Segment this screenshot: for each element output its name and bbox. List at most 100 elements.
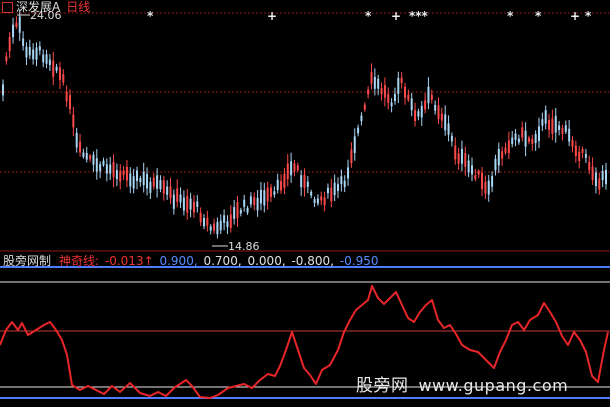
- candle-body: [65, 91, 68, 102]
- candle-body: [531, 138, 534, 145]
- candle-body: [206, 217, 209, 226]
- candle-body: [85, 152, 88, 160]
- candle-body: [444, 114, 447, 131]
- signal-mark: ***: [409, 9, 429, 23]
- candle-body: [152, 177, 155, 187]
- chart-canvas[interactable]: * + * + *** * * + * 24.06 14.86: [0, 0, 610, 407]
- chart-header: 深发展A 日线: [2, 0, 90, 14]
- candle-body: [417, 111, 420, 117]
- candle-body: [370, 72, 373, 84]
- candle-body: [340, 176, 343, 184]
- candle-body: [129, 173, 132, 187]
- candle-body: [196, 201, 199, 207]
- candle-body: [15, 22, 18, 27]
- level-value: -0.950: [339, 254, 379, 268]
- candle-body: [437, 105, 440, 120]
- candle-body: [507, 140, 510, 154]
- candle-body: [25, 46, 28, 58]
- candle-body: [501, 151, 504, 159]
- candle-body: [199, 212, 202, 223]
- candle-body: [263, 190, 266, 206]
- indicator-header: 股旁网制 神奇线: -0.013↑ 0.900, 0.700, 0.000, -0…: [3, 254, 378, 268]
- candle-body: [246, 207, 249, 213]
- candle-body: [112, 161, 115, 178]
- candle-body: [534, 133, 537, 144]
- candle-body: [581, 148, 584, 153]
- candle-body: [273, 191, 276, 195]
- candle-body: [132, 176, 135, 189]
- candle-body: [464, 153, 467, 167]
- candle-body: [414, 110, 417, 122]
- candle-body: [179, 194, 182, 203]
- candle-body: [554, 115, 557, 133]
- candle-body: [236, 202, 239, 219]
- candle-body: [122, 170, 125, 176]
- candle-body: [266, 187, 269, 202]
- candle-body: [380, 88, 383, 95]
- candle-body: [256, 197, 259, 211]
- candle-body: [497, 148, 500, 166]
- candle-body: [296, 165, 299, 171]
- signal-mark: *: [147, 9, 154, 23]
- candle-body: [162, 180, 165, 194]
- candle-body: [92, 154, 95, 165]
- candle-body: [447, 123, 450, 135]
- candle-body: [313, 199, 316, 203]
- candle-body: [333, 182, 336, 196]
- candle-body: [377, 78, 380, 89]
- candle-body: [52, 60, 55, 77]
- candle-body: [481, 172, 484, 190]
- candle-body: [360, 115, 363, 122]
- candle-body: [605, 169, 607, 185]
- candle-body: [249, 196, 252, 205]
- candle-body: [226, 221, 229, 228]
- candle-body: [270, 187, 272, 198]
- candle-body: [142, 171, 145, 186]
- period-label[interactable]: 日线: [66, 0, 90, 14]
- signal-mark: *: [365, 9, 372, 23]
- candle-body: [561, 127, 564, 134]
- candle-body: [283, 173, 286, 188]
- candle-body: [373, 76, 376, 89]
- candle-body: [45, 54, 48, 64]
- candle-body: [397, 78, 400, 94]
- candle-body: [139, 177, 142, 183]
- candle-body: [326, 187, 329, 194]
- candle-body: [420, 105, 423, 118]
- candle-body: [119, 170, 122, 182]
- candle-body: [216, 222, 219, 235]
- signal-mark: +: [391, 9, 401, 23]
- candle-body: [223, 215, 226, 223]
- level-value: 0.900,: [159, 254, 198, 268]
- candle-body: [243, 199, 246, 207]
- candle-body: [12, 24, 15, 38]
- candle-body: [316, 198, 319, 204]
- indicator-name[interactable]: 股旁网制: [3, 254, 51, 268]
- candle-body: [169, 186, 172, 199]
- candle-body: [350, 149, 353, 164]
- candle-body: [410, 98, 413, 111]
- candle-body: [393, 93, 396, 102]
- candle-body: [42, 54, 45, 63]
- signal-mark: +: [267, 9, 277, 23]
- candle-body: [239, 209, 242, 214]
- candle-body: [5, 56, 8, 62]
- candle-body: [548, 119, 551, 130]
- candle-body: [430, 94, 433, 100]
- candle-body: [136, 170, 138, 181]
- candle-body: [367, 89, 370, 95]
- candle-body: [521, 127, 524, 138]
- watermark-site-name: 股旁网: [356, 376, 409, 396]
- candle-body: [290, 161, 293, 176]
- candle-body: [300, 175, 303, 188]
- candle-body: [55, 66, 58, 71]
- watermark-url: www.gupang.com: [418, 376, 569, 395]
- stock-name: 深发展A: [16, 0, 61, 14]
- candle-body: [541, 119, 544, 126]
- candle-body: [474, 175, 477, 180]
- candle-body: [293, 163, 296, 172]
- price-panel[interactable]: * + * + *** * * + * 24.06 14.86: [0, 9, 610, 253]
- candle-body: [457, 153, 460, 164]
- chart-menu-icon[interactable]: [2, 2, 13, 13]
- candle-body: [280, 181, 283, 191]
